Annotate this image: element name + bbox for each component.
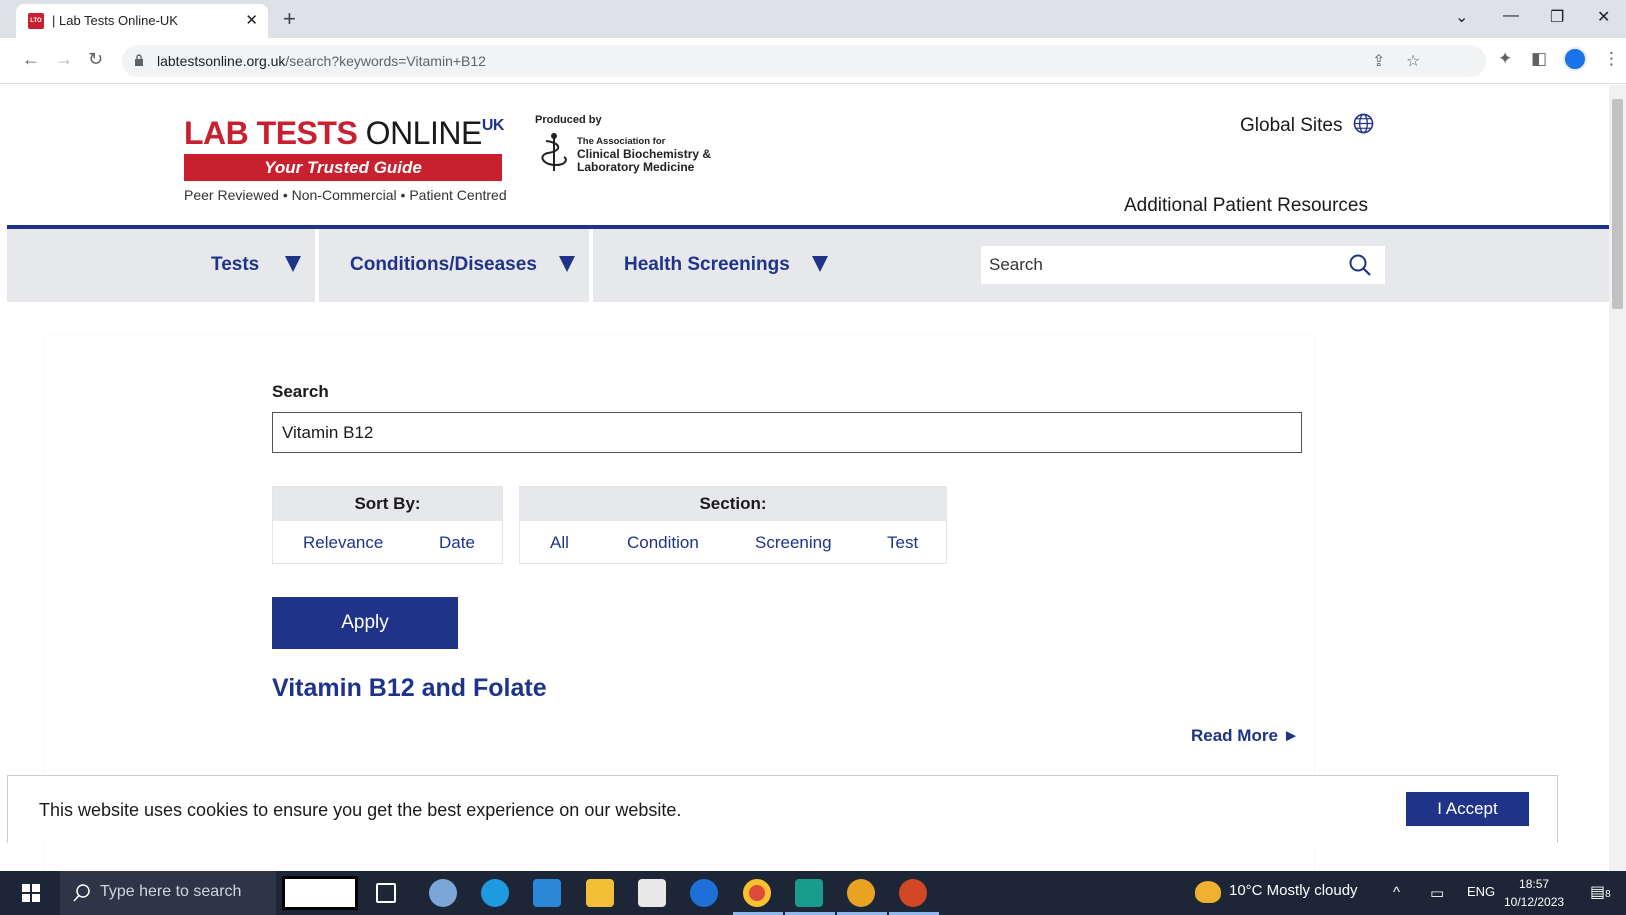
browser-tabstrip: LTO | Lab Tests Online-UK ✕ + ⌄ — ❐ ✕ [0, 0, 1626, 38]
logo-subline: Peer Reviewed • Non-Commercial • Patient… [184, 187, 507, 203]
section-option-condition[interactable]: Condition [627, 533, 699, 553]
dropdown-arrow-icon [285, 256, 301, 272]
global-sites-link[interactable]: Global Sites [1240, 115, 1342, 137]
address-bar[interactable]: labtestsonline.org.uk/search?keywords=Vi… [122, 45, 1486, 77]
reload-icon[interactable]: ↻ [88, 49, 103, 70]
result-title-link[interactable]: Vitamin B12 and Folate [272, 674, 547, 703]
weather-cloud-icon[interactable] [1195, 881, 1221, 903]
sort-option-relevance[interactable]: Relevance [303, 533, 383, 553]
task-view-icon[interactable] [376, 883, 396, 903]
forward-icon[interactable]: → [55, 49, 73, 70]
paint-app-icon[interactable] [429, 879, 457, 907]
microsoft-store-icon[interactable] [638, 879, 666, 907]
nav-item-tests[interactable]: Tests [7, 229, 315, 302]
browser-tab[interactable]: LTO | Lab Tests Online-UK ✕ [16, 4, 268, 38]
section-filter: Section: All Condition Screening Test [519, 486, 947, 564]
header-search-input[interactable] [981, 246, 1341, 284]
tab-close-icon[interactable]: ✕ [245, 11, 258, 29]
page-scrollbar[interactable] [1609, 85, 1626, 871]
notification-icon[interactable]: ▤8 [1590, 882, 1611, 902]
section-option-test[interactable]: Test [887, 533, 918, 553]
close-window-icon[interactable]: ✕ [1597, 7, 1610, 27]
taskbar-search[interactable]: Type here to search [60, 871, 276, 915]
share-icon[interactable]: ⇪ [1372, 51, 1385, 71]
sort-option-date[interactable]: Date [439, 533, 475, 553]
site-favicon-icon: LTO [28, 13, 44, 29]
site-logo[interactable]: LAB TESTS ONLINEUK [184, 115, 504, 152]
bluetooth-icon[interactable] [690, 879, 718, 907]
tab-search-icon[interactable]: ⌄ [1455, 7, 1468, 27]
accept-cookies-button[interactable]: I Accept [1406, 792, 1529, 826]
remote-app-icon[interactable] [795, 879, 823, 907]
bookmark-star-icon[interactable]: ☆ [1406, 51, 1420, 71]
section-title: Section: [520, 487, 946, 521]
minimize-icon[interactable]: — [1503, 7, 1519, 25]
dropdown-arrow-icon [559, 256, 575, 272]
extensions-icon[interactable]: ✦ [1498, 49, 1512, 69]
weather-text[interactable]: 10°C Mostly cloudy [1229, 882, 1358, 899]
cookie-banner: This website uses cookies to ensure you … [7, 775, 1558, 843]
globe-icon[interactable] [1353, 113, 1374, 134]
logo-tagline: Your Trusted Guide [184, 154, 502, 181]
cookie-message: This website uses cookies to ensure you … [39, 800, 682, 820]
header-search [981, 246, 1385, 284]
web-page: LAB TESTS ONLINEUK Your Trusted Guide Pe… [7, 85, 1616, 871]
dropdown-arrow-icon [812, 256, 828, 272]
menu-dots-icon[interactable]: ⋮ [1603, 49, 1620, 69]
nhs-app-icon[interactable] [282, 876, 358, 910]
side-panel-icon[interactable]: ◧ [1531, 49, 1547, 69]
scrollbar-thumb[interactable] [1612, 99, 1623, 309]
acb-name: The Association for Clinical Biochemistr… [577, 136, 712, 174]
url-text: labtestsonline.org.uk/search?keywords=Vi… [157, 53, 486, 69]
section-option-screening[interactable]: Screening [755, 533, 832, 553]
search-label: Search [272, 382, 329, 401]
calculator-app-icon[interactable] [533, 879, 561, 907]
apply-button[interactable]: Apply [272, 597, 458, 649]
file-explorer-icon[interactable] [586, 879, 614, 907]
back-icon[interactable]: ← [22, 49, 40, 70]
sort-by-title: Sort By: [273, 487, 502, 521]
acb-emblem-icon [541, 133, 567, 171]
chrome-browser-icon[interactable] [743, 879, 771, 907]
produced-by-label: Produced by [535, 114, 602, 126]
network-icon[interactable]: ▭ [1430, 884, 1444, 902]
search-keywords-input[interactable] [272, 412, 1302, 453]
browser-toolbar: ← → ↻ labtestsonline.org.uk/search?keywo… [0, 38, 1626, 84]
new-tab-icon[interactable]: + [283, 6, 296, 32]
search-icon [73, 884, 90, 902]
read-more-link[interactable]: Read More ► [1191, 726, 1299, 746]
taskbar-clock[interactable]: 18:57 10/12/2023 [1504, 875, 1564, 911]
search-icon[interactable] [1348, 253, 1372, 277]
hidden-icons-chevron-icon[interactable]: ^ [1393, 884, 1400, 901]
key-app-icon[interactable] [847, 879, 875, 907]
nav-item-conditions[interactable]: Conditions/Diseases [319, 229, 589, 302]
edge-browser-icon[interactable] [481, 879, 509, 907]
windows-start-icon[interactable] [22, 884, 40, 902]
restore-icon[interactable]: ❐ [1550, 7, 1564, 27]
additional-patient-resources-link[interactable]: Additional Patient Resources [1124, 195, 1368, 217]
main-navigation: Tests Conditions/Diseases Health Screeni… [7, 225, 1616, 302]
windows-taskbar: Type here to search 10°C Mostly cloudy ^… [0, 871, 1626, 915]
sort-by-filter: Sort By: Relevance Date [272, 486, 503, 564]
section-option-all[interactable]: All [550, 533, 569, 553]
nav-item-health-screenings[interactable]: Health Screenings [593, 229, 853, 302]
language-indicator[interactable]: ENG [1467, 884, 1495, 899]
powerpoint-icon[interactable] [899, 879, 927, 907]
profile-avatar[interactable] [1563, 47, 1587, 71]
lock-icon [135, 54, 143, 66]
tab-title: | Lab Tests Online-UK [52, 13, 178, 28]
